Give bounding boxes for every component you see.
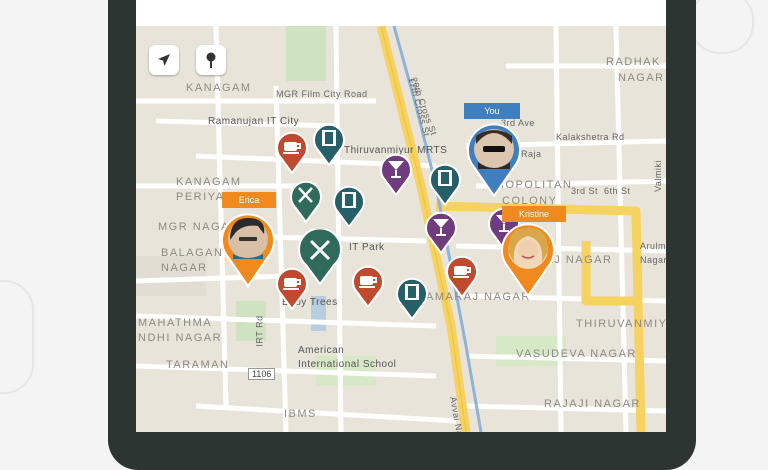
background-decoration (690, 0, 754, 54)
food-marker[interactable] (274, 266, 310, 310)
road-label: IRT Rd (254, 315, 265, 347)
you-location-pin[interactable] (464, 122, 524, 203)
area-label: KANAGAM (186, 82, 252, 94)
navigation-arrow-icon (158, 54, 170, 66)
area-label: IBMS (284, 408, 317, 420)
movie-marker[interactable] (331, 184, 367, 228)
area-label: MAHATHMA (138, 317, 213, 329)
road-label: 6th St (604, 186, 631, 196)
map-view[interactable]: KANAGAM MGR Film City Road Ramanujan IT … (136, 26, 666, 432)
road-number-label: 1106 (248, 368, 276, 380)
road-label: Raja (521, 149, 542, 159)
food-marker[interactable] (444, 254, 480, 298)
road-label: Kalakshetra Rd (556, 132, 625, 142)
bar-marker[interactable] (423, 210, 459, 254)
film-icon (313, 123, 345, 166)
movie-marker[interactable] (427, 162, 463, 206)
road-label: Valmiki (652, 160, 663, 192)
area-label: THIRUVANMIY (576, 318, 666, 330)
road-label: Nagar (640, 255, 666, 265)
erica-label: Erica (222, 192, 276, 208)
road-label: 3rd St (571, 186, 599, 196)
area-label: NDHI NAGAR (138, 332, 223, 344)
coffee-icon (446, 255, 478, 298)
road-label: MGR Film City Road (276, 89, 368, 99)
place-label: International School (298, 359, 397, 370)
cocktail-icon (425, 211, 457, 254)
erica-location-pin[interactable] (218, 212, 278, 293)
drop-pin-button[interactable] (196, 45, 226, 75)
film-icon (333, 185, 365, 228)
place-label: American (298, 345, 345, 356)
coffee-icon (276, 131, 308, 174)
friend-avatar-pin-icon (501, 223, 555, 298)
restaurant-marker[interactable] (288, 179, 324, 223)
food-marker[interactable] (350, 264, 386, 308)
kristine-location-pin[interactable] (498, 222, 558, 303)
phone-screen: KANAGAM MGR Film City Road Ramanujan IT … (136, 0, 666, 432)
area-label: RADHAK (606, 56, 661, 68)
place-label: IT Park (349, 242, 385, 253)
app-top-bar (136, 0, 666, 26)
movie-marker[interactable] (311, 122, 347, 166)
area-label: BALAGAN (161, 247, 224, 259)
movie-marker[interactable] (394, 276, 430, 320)
pin-icon (206, 52, 216, 68)
area-label: RAJAJI NAGAR (544, 398, 641, 410)
coffee-icon (352, 265, 384, 308)
coffee-icon (276, 267, 308, 310)
road-label: Arulm (640, 241, 666, 251)
fork-knife-icon (290, 180, 322, 223)
film-icon (429, 163, 461, 206)
cocktail-icon (380, 153, 412, 196)
bar-marker[interactable] (378, 152, 414, 196)
area-label: TARAMAN (166, 359, 230, 371)
kristine-label: Kristine (502, 206, 566, 222)
friend-avatar-pin-icon (221, 213, 275, 288)
user-avatar-pin-icon (467, 123, 521, 198)
you-label: You (464, 103, 520, 119)
locate-me-button[interactable] (149, 45, 179, 75)
place-label: Ramanujan IT City (208, 116, 300, 127)
area-label: VASUDEVA NAGAR (516, 348, 637, 360)
area-label: NAGAR (161, 262, 208, 274)
film-icon (396, 277, 428, 320)
area-label: NAGAR (618, 72, 665, 84)
food-marker[interactable] (274, 130, 310, 174)
background-decoration (0, 280, 34, 394)
area-label: KANAGAM (176, 176, 242, 188)
